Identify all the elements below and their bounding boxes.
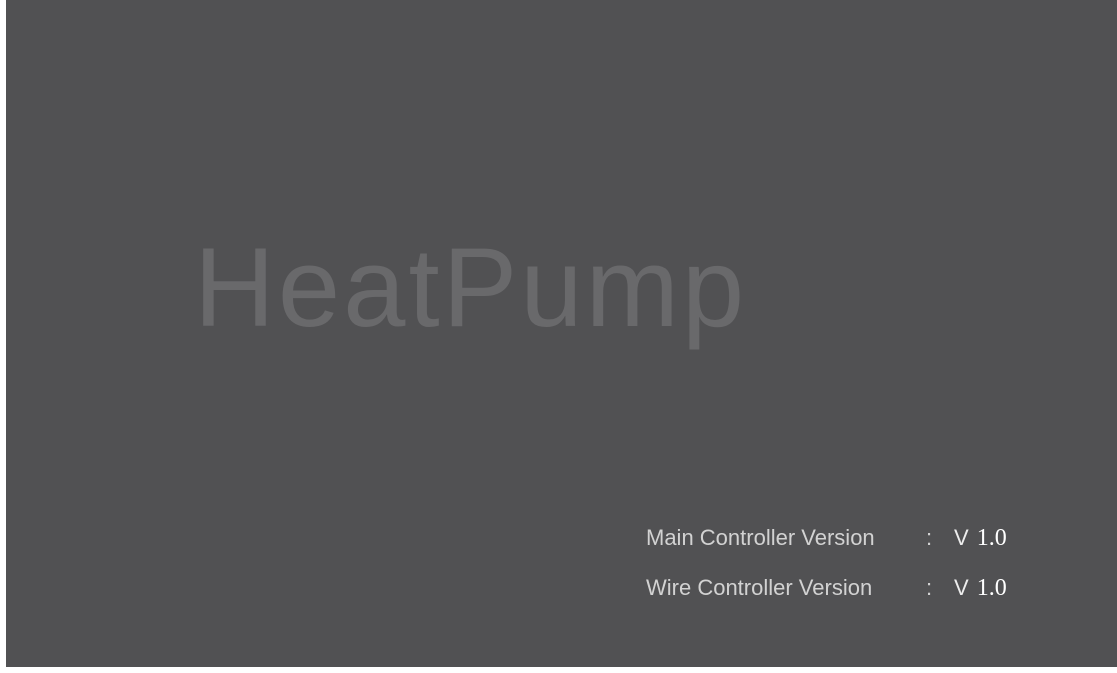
main-controller-version-label: Main Controller Version (646, 525, 875, 550)
main-controller-version-number: 1.0 (976, 525, 1007, 551)
wire-controller-version-value: V 1.0 (954, 575, 1007, 602)
splash-screen: HeatPump Main Controller Version : V 1.0 … (6, 0, 1117, 667)
wire-controller-version-number: 1.0 (976, 575, 1007, 601)
wire-controller-version-separator: : (926, 575, 933, 600)
main-controller-version-separator: : (926, 525, 933, 550)
main-controller-version-prefix: V (954, 525, 969, 550)
heatpump-logo-text: HeatPump (194, 225, 748, 350)
main-controller-version-value: V 1.0 (954, 525, 1007, 552)
wire-controller-version-row: Wire Controller Version : V 1.0 (646, 575, 1007, 601)
wire-controller-version-label: Wire Controller Version (646, 575, 873, 600)
main-controller-version-row: Main Controller Version : V 1.0 (646, 525, 1007, 551)
display-frame: HeatPump Main Controller Version : V 1.0 … (0, 0, 1117, 673)
version-info: Main Controller Version : V 1.0 Wire Cont… (646, 525, 1007, 625)
wire-controller-version-prefix: V (954, 575, 969, 600)
